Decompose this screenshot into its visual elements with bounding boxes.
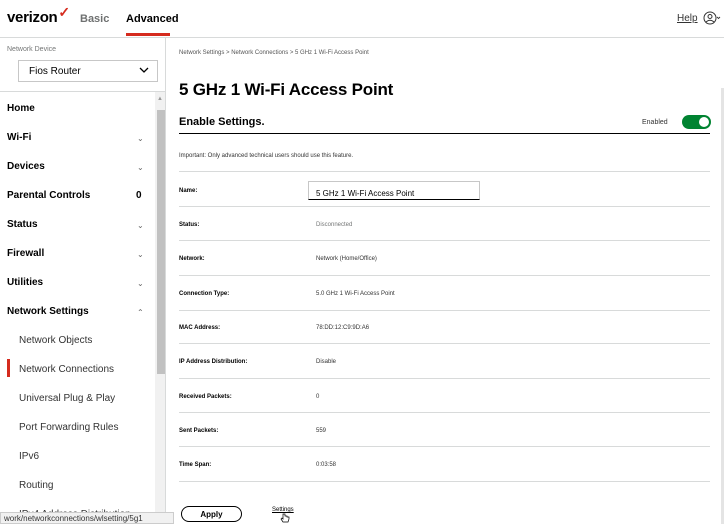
field-label-received-packets: Received Packets: xyxy=(179,394,232,400)
row-divider xyxy=(179,481,710,482)
sidebar-item-network-settings[interactable]: Network Settings ⌃ xyxy=(0,295,155,324)
sidebar-nav: Home Wi-Fi ⌄ Devices ⌄ Parental Controls… xyxy=(0,92,155,524)
section-divider xyxy=(179,133,710,134)
enable-toggle[interactable] xyxy=(682,115,711,129)
sidebar-item-label: Firewall xyxy=(7,248,45,259)
field-value-network: Network (Home/Office) xyxy=(316,256,377,262)
sidebar-subitem-label: Network Objects xyxy=(19,335,93,346)
row-divider xyxy=(179,275,710,276)
field-label-time-span: Time Span: xyxy=(179,462,212,468)
active-tab-indicator xyxy=(126,33,170,36)
sidebar-subitem-label: Port Forwarding Rules xyxy=(19,422,119,433)
enabled-label: Enabled xyxy=(642,119,668,126)
chevron-down-icon: ⌄ xyxy=(137,221,144,230)
logo-text: verizon xyxy=(7,9,58,26)
tab-advanced[interactable]: Advanced xyxy=(126,13,179,25)
sidebar-subitem-network-connections[interactable]: Network Connections xyxy=(0,353,155,382)
sidebar-item-label: Wi-Fi xyxy=(7,132,32,143)
page-title: 5 GHz 1 Wi-Fi Access Point xyxy=(179,80,394,99)
row-divider xyxy=(179,240,710,241)
sidebar-item-label: Utilities xyxy=(7,277,44,288)
row-divider xyxy=(179,171,710,172)
status-bar-url: work/networkconnections/wlsetting/5g1 xyxy=(0,512,174,524)
help-link[interactable]: Help xyxy=(677,13,698,24)
network-device-label: Network Device xyxy=(7,46,57,53)
sidebar-item-status[interactable]: Status ⌄ xyxy=(0,208,155,237)
breadcrumb[interactable]: Network Settings > Network Connections >… xyxy=(179,50,369,56)
hand-cursor-icon xyxy=(280,513,290,523)
sidebar-subitem-label: Universal Plug & Play xyxy=(19,393,116,404)
chevron-down-icon: ⌄ xyxy=(137,279,144,288)
sidebar-item-label: Parental Controls xyxy=(7,190,91,201)
field-label-status: Status: xyxy=(179,222,200,228)
network-device-value: Fios Router xyxy=(29,66,81,77)
sidebar-item-home[interactable]: Home xyxy=(0,92,155,121)
row-divider xyxy=(179,446,710,447)
field-label-sent-packets: Sent Packets: xyxy=(179,428,219,434)
sidebar-subitem-routing[interactable]: Routing xyxy=(0,469,155,498)
sidebar-item-firewall[interactable]: Firewall ⌄ xyxy=(0,237,155,266)
sidebar-item-label: Network Settings xyxy=(7,306,89,317)
sidebar-item-label: Devices xyxy=(7,161,45,172)
parental-controls-badge: 0 xyxy=(136,190,142,201)
sidebar-subitem-port-forwarding[interactable]: Port Forwarding Rules xyxy=(0,411,155,440)
top-bar: verizon✓ Basic Advanced Help xyxy=(0,0,724,38)
field-value-status: Disconnected xyxy=(316,222,353,228)
field-label-ip-distribution: IP Address Distribution: xyxy=(179,359,248,365)
section-title: Enable Settings. xyxy=(179,116,265,128)
chevron-down-icon: ⌄ xyxy=(137,250,144,259)
sidebar-scrollbar-thumb[interactable] xyxy=(157,110,165,374)
important-note: Important: Only advanced technical users… xyxy=(179,153,354,159)
field-label-connection-type: Connection Type: xyxy=(179,291,230,297)
row-divider xyxy=(179,310,710,311)
sidebar-item-devices[interactable]: Devices ⌄ xyxy=(0,150,155,179)
chevron-down-icon: ⌄ xyxy=(137,163,144,172)
row-divider xyxy=(179,378,710,379)
chevron-down-icon xyxy=(139,67,149,73)
sidebar-subitem-label: Network Connections xyxy=(19,364,115,375)
field-label-name: Name: xyxy=(179,188,198,194)
sidebar-subitem-label: Routing xyxy=(19,480,54,491)
logo-check: ✓ xyxy=(58,4,70,20)
field-value-time-span: 0:03:58 xyxy=(316,462,337,468)
field-label-mac: MAC Address: xyxy=(179,325,221,331)
field-value-received-packets: 0 xyxy=(316,394,320,400)
chevron-down-icon: ⌄ xyxy=(137,134,144,143)
name-input[interactable] xyxy=(308,181,480,200)
sidebar-item-parental-controls[interactable]: Parental Controls 0 xyxy=(0,179,155,208)
scroll-up-icon[interactable]: ▲ xyxy=(157,96,163,102)
sidebar: Network Device Fios Router Home Wi-Fi ⌄ … xyxy=(0,38,166,524)
field-label-network: Network: xyxy=(179,256,205,262)
field-value-ip-distribution: Disable xyxy=(316,359,337,365)
sidebar-item-label: Status xyxy=(7,219,38,230)
apply-button[interactable]: Apply xyxy=(181,506,242,522)
field-value-sent-packets: 559 xyxy=(316,428,327,434)
sidebar-subitem-upnp[interactable]: Universal Plug & Play xyxy=(0,382,155,411)
sidebar-subitem-network-objects[interactable]: Network Objects xyxy=(0,324,155,353)
sidebar-item-wifi[interactable]: Wi-Fi ⌄ xyxy=(0,121,155,150)
row-divider xyxy=(179,412,710,413)
sidebar-subitem-ipv6[interactable]: IPv6 xyxy=(0,440,155,469)
tab-basic[interactable]: Basic xyxy=(80,13,109,25)
user-icon[interactable] xyxy=(703,10,721,26)
network-device-select[interactable]: Fios Router xyxy=(18,60,158,82)
sidebar-subitem-label: IPv6 xyxy=(19,451,40,462)
verizon-logo[interactable]: verizon✓ xyxy=(7,4,70,26)
field-value-mac: 78:DD:12:C9:9D:A6 xyxy=(316,325,370,331)
row-divider xyxy=(179,343,710,344)
field-value-connection-type: 5.0 GHz 1 Wi-Fi Access Point xyxy=(316,291,395,297)
sidebar-item-utilities[interactable]: Utilities ⌄ xyxy=(0,266,155,295)
row-divider xyxy=(179,206,710,207)
sidebar-item-label: Home xyxy=(7,103,35,114)
chevron-up-icon: ⌃ xyxy=(137,308,144,317)
